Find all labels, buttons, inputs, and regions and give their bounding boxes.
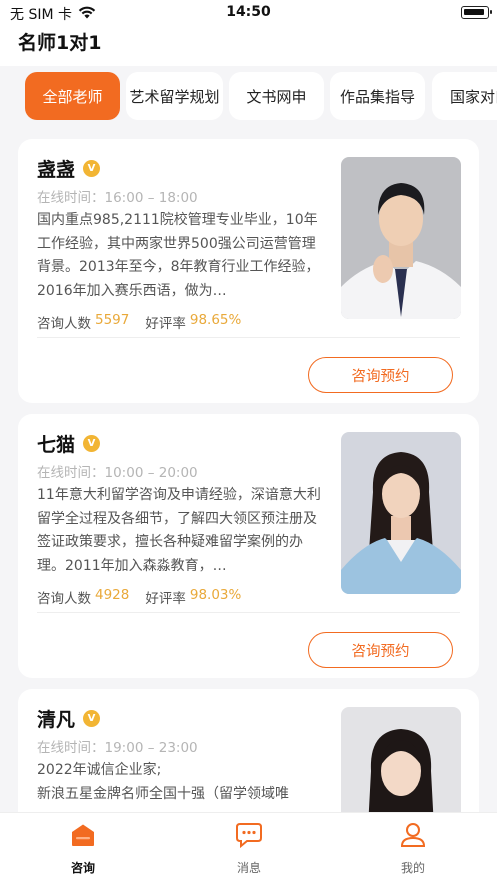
teacher-stats: 咨询人数 4928 好评率 98.03% — [37, 587, 253, 607]
consult-count-label: 咨询人数 — [37, 591, 91, 607]
consult-button[interactable]: 咨询预约 — [308, 632, 453, 668]
verified-badge-icon: V — [83, 710, 101, 727]
online-time-value: 19:00 – 23:00 — [104, 740, 198, 756]
teacher-description: 11年意大利留学咨询及申请经验，深谙意大利留学全过程及各细节，了解四大领区预注册… — [37, 487, 321, 574]
online-time-label: 在线时间： — [37, 740, 105, 756]
nav-profile[interactable]: 我的 — [363, 819, 463, 876]
online-time: 在线时间：19:00 – 23:00 — [37, 736, 198, 756]
consult-count-value: 5597 — [95, 312, 130, 328]
nav-messages[interactable]: 消息 — [199, 819, 299, 876]
teacher-photo — [341, 707, 461, 829]
teacher-card[interactable]: 七猫 V 在线时间：10:00 – 20:00 11年意大利留学咨询及申请经验，… — [18, 414, 479, 678]
page-title: 名师1对1 — [18, 32, 102, 54]
status-bar: 无 SIM 卡 14:50 — [0, 0, 497, 26]
online-time: 在线时间：10:00 – 20:00 — [37, 461, 198, 481]
rating-label: 好评率 — [145, 591, 186, 607]
teacher-name-row: 清凡 V — [37, 705, 101, 732]
online-time: 在线时间：16:00 – 18:00 — [37, 186, 198, 206]
teacher-name-row: 七猫 V — [37, 430, 101, 457]
tab-all-teachers[interactable]: 全部老师 — [25, 72, 120, 120]
teacher-photo — [341, 157, 461, 319]
tab-portfolio-guidance[interactable]: 作品集指导 — [330, 72, 425, 120]
card-divider — [37, 337, 460, 338]
consult-count-value: 4928 — [95, 587, 130, 603]
rating-value: 98.03% — [189, 587, 242, 603]
teacher-name: 清凡 — [37, 709, 76, 731]
rating-value: 98.65% — [189, 312, 242, 328]
teacher-name-row: 盏盏 V — [37, 155, 101, 182]
category-tabs: 全部老师 艺术留学规划 文书网申 作品集指导 国家对口 — [0, 66, 497, 128]
online-time-label: 在线时间： — [37, 465, 105, 481]
tab-essay-application[interactable]: 文书网申 — [229, 72, 324, 120]
bottom-nav: 咨询 消息 我的 — [0, 812, 497, 883]
chat-icon — [199, 819, 299, 851]
online-time-label: 在线时间： — [37, 190, 105, 206]
consult-button[interactable]: 咨询预约 — [308, 357, 453, 393]
teacher-photo — [341, 432, 461, 594]
nav-messages-label: 消息 — [236, 861, 261, 875]
verified-badge-icon: V — [83, 160, 101, 177]
user-icon — [363, 819, 463, 851]
online-time-value: 16:00 – 18:00 — [104, 190, 198, 206]
teacher-card[interactable]: 清凡 V 在线时间：19:00 – 23:00 2022年诚信企业家; 新浪五星… — [18, 689, 479, 829]
teacher-description: 国内重点985,2111院校管理专业毕业，10年工作经验，其中两家世界500强公… — [37, 212, 320, 299]
verified-badge-icon: V — [83, 435, 101, 452]
status-time: 14:50 — [226, 4, 271, 20]
tab-art-study-planning[interactable]: 艺术留学规划 — [126, 72, 223, 120]
teacher-card[interactable]: 盏盏 V 在线时间：16:00 – 18:00 国内重点985,2111院校管理… — [18, 139, 479, 403]
rating-label: 好评率 — [145, 316, 186, 332]
teacher-name: 盏盏 — [37, 159, 76, 181]
battery-icon — [461, 6, 492, 19]
home-icon — [33, 819, 133, 851]
consult-count-label: 咨询人数 — [37, 316, 91, 332]
teacher-stats: 咨询人数 5597 好评率 98.65% — [37, 312, 253, 332]
nav-consult-label: 咨询 — [70, 861, 95, 875]
nav-consult[interactable]: 咨询 — [33, 819, 133, 876]
header: 名师1对1 — [0, 26, 497, 66]
card-divider — [37, 612, 460, 613]
teacher-name: 七猫 — [37, 434, 76, 456]
tab-country[interactable]: 国家对口 — [432, 72, 497, 120]
online-time-value: 10:00 – 20:00 — [104, 465, 198, 481]
nav-profile-label: 我的 — [400, 861, 425, 875]
